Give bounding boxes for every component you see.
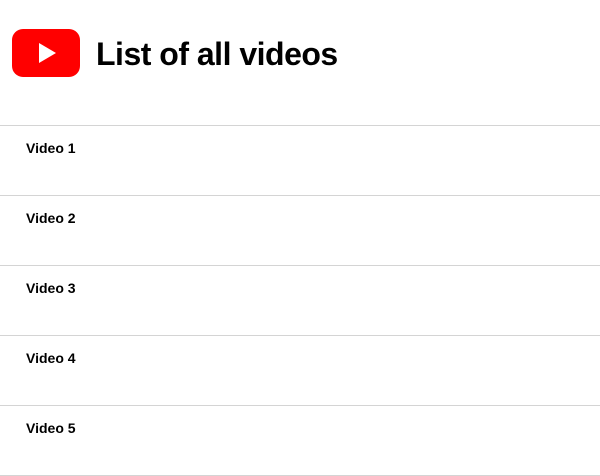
video-list-item[interactable]: Video 1 (0, 125, 600, 195)
youtube-logo-icon (12, 29, 80, 77)
video-title: Video 5 (26, 420, 76, 436)
page-header: List of all videos (0, 0, 600, 125)
video-title: Video 3 (26, 280, 76, 296)
video-list: Video 1 Video 2 Video 3 Video 4 Video 5 (0, 125, 600, 476)
video-title: Video 2 (26, 210, 76, 226)
video-title: Video 1 (26, 140, 76, 156)
video-list-item[interactable]: Video 4 (0, 335, 600, 405)
video-list-item[interactable]: Video 2 (0, 195, 600, 265)
video-list-item[interactable]: Video 3 (0, 265, 600, 335)
page-title: List of all videos (96, 36, 338, 72)
video-title: Video 4 (26, 350, 76, 366)
video-list-item[interactable]: Video 5 (0, 405, 600, 476)
